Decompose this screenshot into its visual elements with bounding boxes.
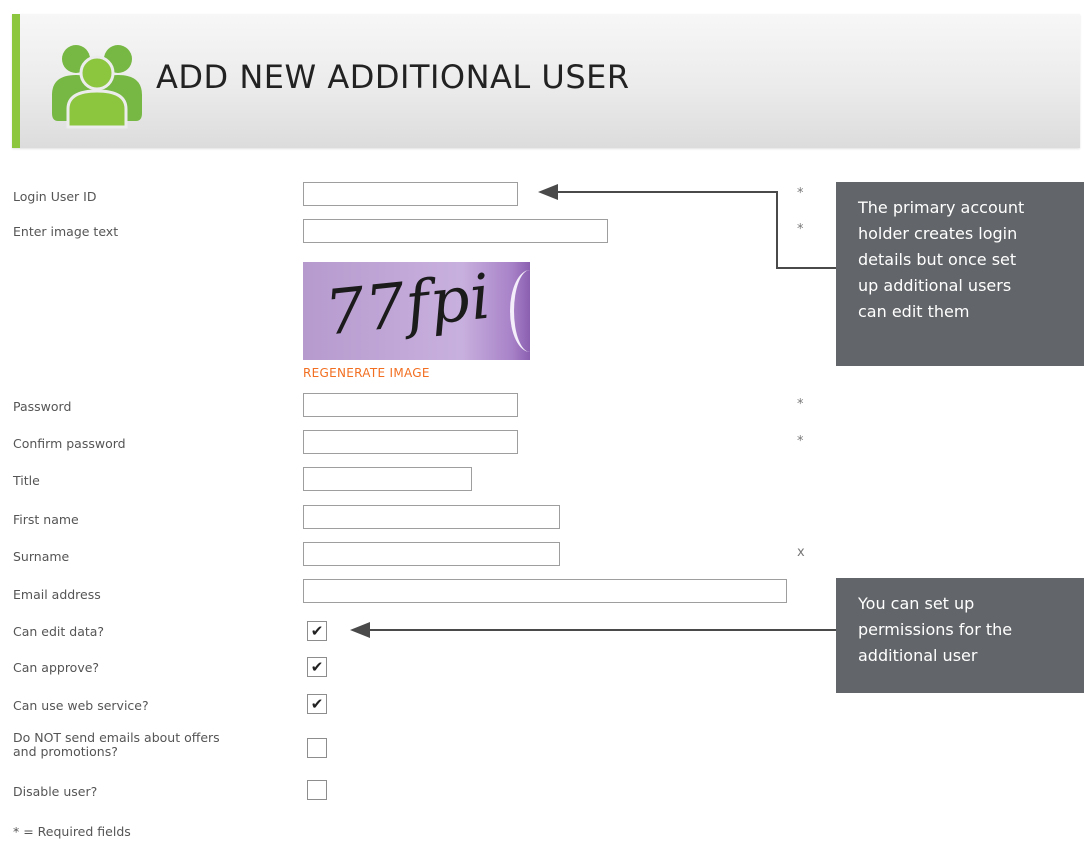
- login-callout-connector: [556, 191, 836, 269]
- permissions-arrowhead-icon: [350, 622, 370, 638]
- annotation-arrows: [350, 184, 836, 638]
- login-arrowhead-icon: [538, 184, 558, 200]
- callout-line: details but once set: [858, 250, 1017, 269]
- callout-line: permissions for the: [858, 620, 1013, 639]
- callout-line: additional user: [858, 646, 978, 665]
- callout-line: The primary account: [858, 198, 1025, 217]
- callout-line: You can set up: [858, 594, 975, 613]
- callout-line: holder creates login: [858, 224, 1018, 243]
- callout-line: can edit them: [858, 302, 970, 321]
- login-callout: The primary account holder creates login…: [836, 182, 1084, 366]
- callout-line: up additional users: [858, 276, 1012, 295]
- permissions-callout: You can set up permissions for the addit…: [836, 578, 1084, 693]
